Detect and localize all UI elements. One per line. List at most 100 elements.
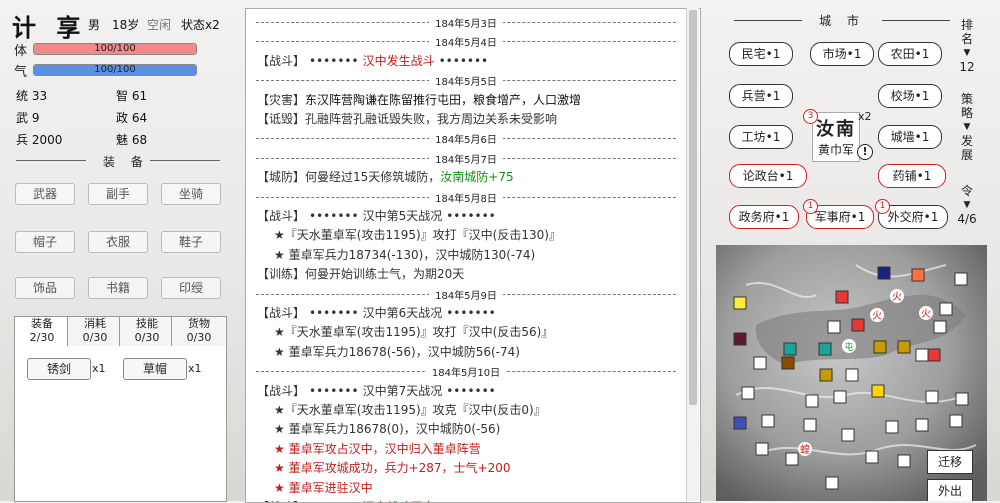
map-city-marker[interactable] xyxy=(761,414,775,428)
log-entry: 【城防】何曼经过15天修筑城防，汝南城防+75 xyxy=(257,168,514,185)
map-city-marker[interactable] xyxy=(827,320,841,334)
map-city-marker[interactable] xyxy=(925,390,939,404)
map-city-marker[interactable] xyxy=(845,368,859,382)
inventory-list: 锈剑 x1 草帽 x1 xyxy=(14,346,227,502)
slot-clothes[interactable]: 衣服 xyxy=(88,231,148,253)
character-panel: 计 享 男 18岁 空闲 状态x2 体 100/100 气 100/100 统 … xyxy=(0,0,232,502)
map-city-marker[interactable] xyxy=(781,356,795,370)
map-city-marker[interactable] xyxy=(915,418,929,432)
order-label[interactable]: 令 xyxy=(956,184,978,198)
map-city-marker[interactable] xyxy=(911,268,925,282)
scrollbar-thumb[interactable] xyxy=(689,10,697,405)
map-city-marker[interactable] xyxy=(927,348,941,362)
map-city-marker[interactable] xyxy=(733,332,747,346)
building-button[interactable]: 民宅•1 xyxy=(729,42,793,66)
log-body: 汉中第5天战况 xyxy=(362,209,443,223)
migrate-button[interactable]: 迁移 xyxy=(927,450,973,474)
log-tag: 【训练】 xyxy=(257,267,306,282)
map-city-marker[interactable] xyxy=(755,442,769,456)
map-city-marker[interactable] xyxy=(954,272,968,286)
map-city-marker[interactable] xyxy=(835,290,849,304)
hp-text: 100/100 xyxy=(94,43,136,54)
slot-book[interactable]: 书籍 xyxy=(88,277,148,299)
building-button[interactable]: 药铺•1 xyxy=(878,164,946,188)
log-scrollbar[interactable] xyxy=(686,8,699,501)
building-button[interactable]: 论政台•1 xyxy=(729,164,807,188)
log-detail: ★ 董卓军兵力18734(-130)，汉中城防130(-74) xyxy=(274,247,536,262)
age: 18岁 xyxy=(112,18,140,32)
map-city-marker[interactable] xyxy=(783,342,797,356)
strategy-label[interactable]: 策略 xyxy=(956,92,978,120)
tab-skills[interactable]: 技能 0/30 xyxy=(119,316,175,348)
map-city-marker[interactable] xyxy=(871,384,885,398)
building-button[interactable]: 兵营•1 xyxy=(729,84,793,108)
slot-accessory[interactable]: 饰品 xyxy=(15,277,75,299)
city-faction: 黄巾军 xyxy=(817,143,854,157)
building-button[interactable]: 农田•1 xyxy=(878,42,942,66)
log-tag: 【战斗】 xyxy=(257,53,306,68)
map-city-marker[interactable] xyxy=(915,348,929,362)
map-city-marker[interactable] xyxy=(955,392,969,406)
log-detail: ★ 董卓军兵力18678(0)，汉中城防0(-56) xyxy=(274,422,501,437)
building-button[interactable]: 工坊•1 xyxy=(729,125,793,149)
map-city-marker[interactable] xyxy=(785,452,799,466)
slot-weapon[interactable]: 武器 xyxy=(15,183,75,205)
map-city-marker[interactable] xyxy=(819,368,833,382)
map-city-marker[interactable] xyxy=(933,320,947,334)
slot-mount[interactable]: 坐骑 xyxy=(161,183,221,205)
log-date: 184年5月10日 xyxy=(256,364,676,380)
map-city-marker[interactable] xyxy=(865,450,879,464)
mp-bar: 100/100 xyxy=(33,64,197,76)
map-city-marker[interactable] xyxy=(733,296,747,310)
building-badge: 1 xyxy=(803,199,818,214)
map-city-marker[interactable] xyxy=(825,476,839,490)
log-dots: ••••••• xyxy=(446,306,496,320)
hp-bar: 100/100 xyxy=(33,43,197,55)
map-city-marker[interactable] xyxy=(897,340,911,354)
world-map[interactable]: 火 火 火 屯 蝗 迁移 外出 xyxy=(716,245,987,501)
building-button[interactable]: 城墙•1 xyxy=(878,125,942,149)
building-button[interactable]: 政务府•1 xyxy=(729,205,799,229)
city-card[interactable]: 汝南 黄巾军 xyxy=(812,112,860,162)
building-button[interactable]: 市场•1 xyxy=(810,42,874,66)
stat-bing: 兵 2000 xyxy=(16,133,63,147)
log-entry: 【战斗】 ••••••• 汉中发生战斗 ••••••• xyxy=(257,52,488,69)
tab-consumables[interactable]: 消耗 0/30 xyxy=(67,316,123,348)
item-rusty-sword[interactable]: 锈剑 xyxy=(27,358,91,380)
map-city-marker[interactable] xyxy=(897,454,911,468)
map-city-marker[interactable] xyxy=(885,420,899,434)
map-city-marker[interactable] xyxy=(877,266,891,280)
item-straw-hat[interactable]: 草帽 xyxy=(123,358,187,380)
map-city-marker[interactable] xyxy=(803,418,817,432)
tab-goods[interactable]: 货物 0/30 xyxy=(171,316,227,348)
slot-hat[interactable]: 帽子 xyxy=(15,231,75,253)
map-city-marker[interactable] xyxy=(873,340,887,354)
log-date: 184年5月8日 xyxy=(256,190,676,205)
map-city-marker[interactable] xyxy=(818,342,832,356)
map-city-marker[interactable] xyxy=(939,302,953,316)
map-city-marker[interactable] xyxy=(949,414,963,428)
go-out-button[interactable]: 外出 xyxy=(927,479,973,501)
map-city-marker[interactable] xyxy=(851,318,865,332)
slot-shoes[interactable]: 鞋子 xyxy=(161,231,221,253)
slot-seal[interactable]: 印绶 xyxy=(161,277,221,299)
log-entry: 【训练】何曼开始训练士气，为期20天 xyxy=(257,265,464,282)
map-city-marker[interactable] xyxy=(833,390,847,404)
rank-label[interactable]: 排名 xyxy=(956,18,978,46)
map-city-marker[interactable] xyxy=(841,428,855,442)
state-count[interactable]: 状态x2 xyxy=(181,16,220,33)
map-city-marker[interactable] xyxy=(753,356,767,370)
map-city-marker[interactable] xyxy=(741,386,755,400)
log-extra: 汝南城防+75 xyxy=(440,170,514,185)
chevron-down-icon: ▼ xyxy=(963,48,971,58)
tab-equipment[interactable]: 装备 2/30 xyxy=(14,316,70,347)
fire-marker-label: 火 xyxy=(921,308,931,320)
exclamation-icon[interactable]: ! xyxy=(857,144,873,160)
building-button[interactable]: 校场•1 xyxy=(878,84,942,108)
map-city-marker[interactable] xyxy=(805,394,819,408)
log-body: 汉中第6天战况 xyxy=(362,306,443,320)
city-name: 汝南 xyxy=(816,119,856,140)
event-log[interactable]: 184年5月3日 184年5月4日 【战斗】 ••••••• 汉中发生战斗 •••••••… xyxy=(245,8,701,503)
slot-offhand[interactable]: 副手 xyxy=(88,183,148,205)
map-city-marker[interactable] xyxy=(733,416,747,430)
